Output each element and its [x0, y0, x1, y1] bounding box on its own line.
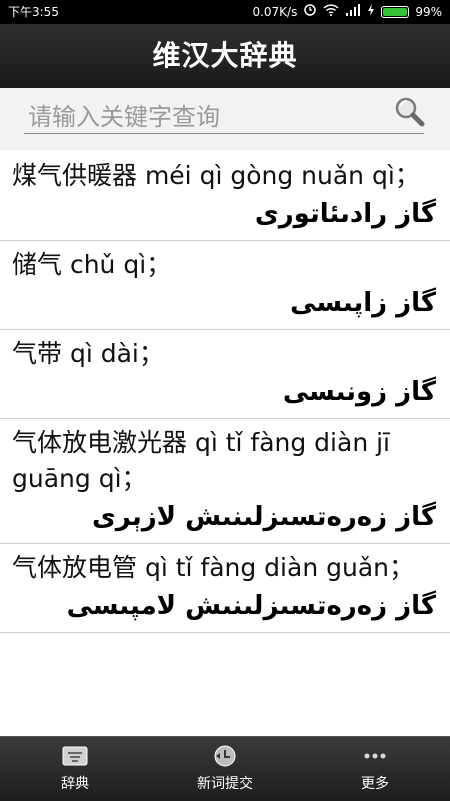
charging-icon	[367, 0, 375, 24]
entry-chinese: 气体放电管 qì tǐ fàng diàn guǎn；	[12, 553, 414, 582]
alarm-icon	[303, 0, 317, 24]
tab-more[interactable]: 更多	[300, 737, 450, 801]
list-item[interactable]: 储气 chǔ qì； گاز زاپىسى	[0, 241, 450, 330]
tab-label: 辞典	[61, 776, 89, 792]
tab-label: 新词提交	[197, 776, 253, 792]
search-bar	[0, 88, 450, 150]
app-title: 维汉大辞典	[152, 39, 298, 72]
list-item[interactable]: 气带 qì dài； گاز زونىسى	[0, 330, 450, 419]
list-item[interactable]: 煤气供暖器 méi qì gòng nuǎn qì； گاز رادىئاتور…	[0, 152, 450, 241]
signal-icon	[345, 0, 361, 24]
battery-icon	[381, 6, 410, 18]
entry-uyghur: گاز زەرەتسىزلىنىش لامپىسى	[66, 591, 436, 621]
entry-uyghur: گاز زاپىسى	[290, 288, 436, 318]
status-right: 0.07K/s 99%	[252, 0, 442, 24]
entry-chinese: 气带 qì dài；	[12, 339, 164, 368]
entry-chinese: 气体放电激光器 qì tǐ fàng diàn jī guāng qì；	[12, 428, 391, 493]
status-bar: 下午3:55 0.07K/s 99%	[0, 0, 450, 24]
entry-uyghur: گاز رادىئاتورى	[254, 199, 436, 229]
wifi-icon	[323, 0, 339, 24]
bottom-tab-bar: 辞典 新词提交 更多	[0, 736, 450, 801]
entry-chinese: 储气 chǔ qì；	[12, 250, 172, 279]
search-input[interactable]	[24, 100, 424, 134]
entry-list: 煤气供暖器 méi qì gòng nuǎn qì； گاز رادىئاتور…	[0, 152, 450, 732]
list-item[interactable]: 气体放电管 qì tǐ fàng diàn guǎn； گاز زەرەتسىز…	[0, 544, 450, 633]
battery-percent: 99%	[415, 5, 442, 19]
tab-label: 更多	[361, 776, 389, 792]
search-icon[interactable]	[392, 94, 428, 130]
app-title-bar: 维汉大辞典	[0, 24, 450, 88]
tab-submit-word[interactable]: 新词提交	[150, 737, 300, 801]
list-item[interactable]: 气体放电激光器 qì tǐ fàng diàn jī guāng qì； گاز…	[0, 419, 450, 544]
entry-chinese: 煤气供暖器 méi qì gòng nuǎn qì；	[12, 161, 420, 190]
dictionary-icon	[60, 743, 90, 769]
tab-dictionary[interactable]: 辞典	[0, 737, 150, 801]
submit-word-icon	[210, 743, 240, 769]
entry-uyghur: گاز زەرەتسىزلىنىش لازېرى	[91, 502, 436, 532]
more-icon	[360, 743, 390, 769]
entry-uyghur: گاز زونىسى	[282, 377, 436, 407]
status-time: 下午3:55	[8, 5, 59, 19]
network-speed: 0.07K/s	[252, 5, 298, 19]
